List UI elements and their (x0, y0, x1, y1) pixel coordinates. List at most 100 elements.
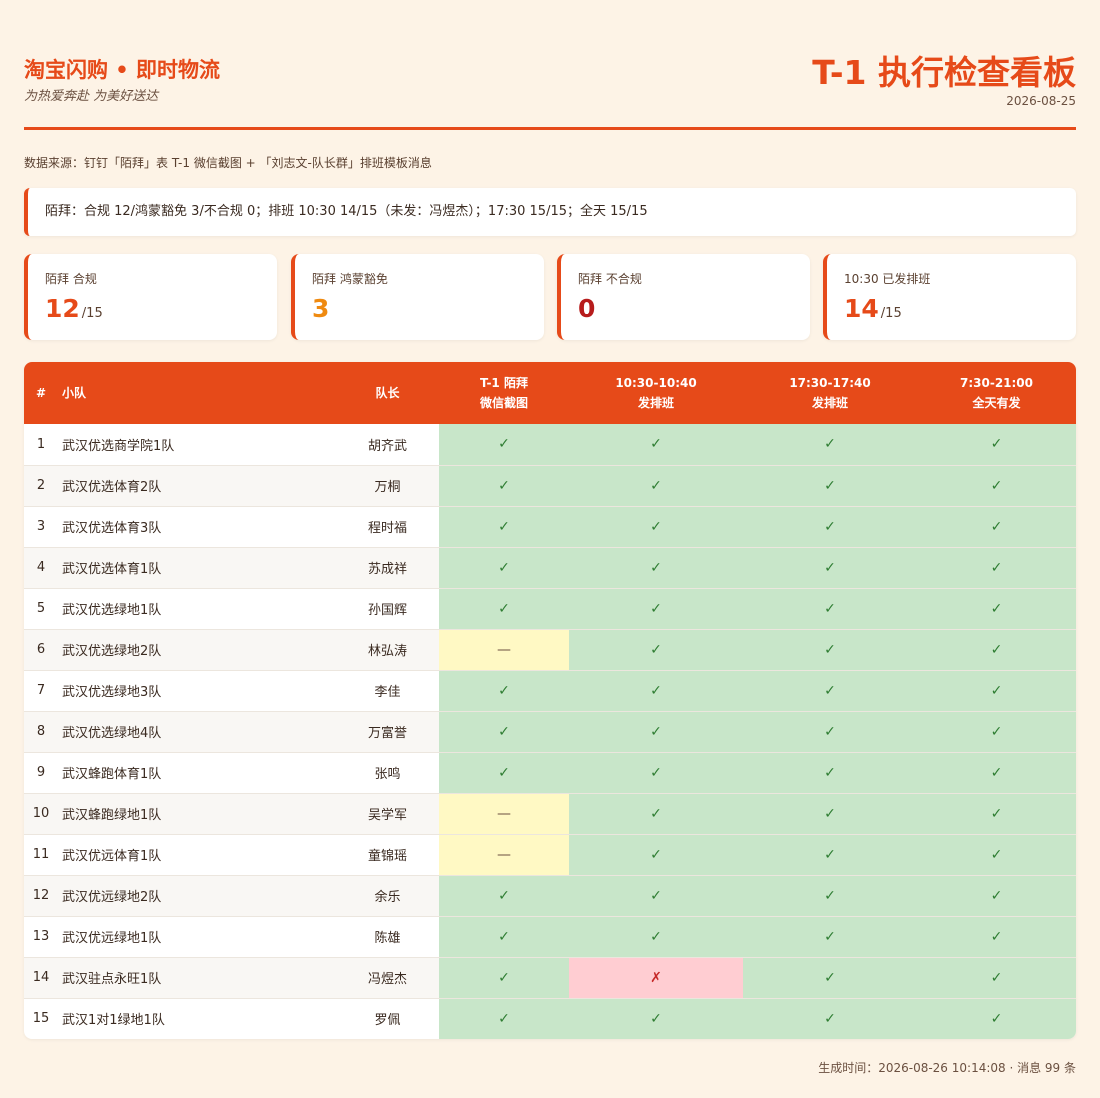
row-number: 4 (24, 547, 58, 589)
table-row: 10 武汉蜂跑绿地1队 吴学军 — ✓ ✓ ✓ (24, 793, 1076, 835)
stat-card-label: 陌拜 合规 (45, 272, 97, 286)
row-number: 9 (24, 752, 58, 794)
leader-name: 万桐 (336, 465, 439, 507)
morning-schedule-cell: ✓ (569, 998, 743, 1039)
row-number: 6 (24, 629, 58, 671)
all-day-cell: ✓ (917, 670, 1076, 712)
squad-name: 武汉1对1绿地1队 (62, 1013, 165, 1029)
visit-screenshot-cell: ✓ (439, 875, 569, 917)
visit-screenshot-cell: ✓ (439, 998, 569, 1039)
report-date: 2026-08-25 (1006, 94, 1076, 108)
all-day-cell: ✓ (917, 834, 1076, 876)
all-day-cell: ✓ (917, 506, 1076, 548)
all-day-cell: ✓ (917, 711, 1076, 753)
row-number: 8 (24, 711, 58, 753)
page-title: T-1 执行检查看板 (812, 53, 1076, 92)
row-number: 7 (24, 670, 58, 712)
stat-card-denominator: /15 (880, 306, 902, 321)
table-row: 3 武汉优选体育3队 程时福 ✓ ✓ ✓ ✓ (24, 506, 1076, 548)
stat-card-label: 陌拜 鸿蒙豁免 (312, 272, 388, 286)
all-day-cell: ✓ (917, 465, 1076, 507)
all-day-cell: ✓ (917, 752, 1076, 794)
leader-name: 张鸣 (336, 752, 439, 794)
stat-card-noncompliant: 陌拜 不合规 0 (557, 254, 810, 340)
squad-name: 武汉优选绿地2队 (58, 629, 336, 671)
leader-name: 林弘涛 (336, 629, 439, 671)
morning-schedule-cell: ✓ (569, 465, 743, 507)
table-row: 2 武汉优选体育2队 万桐 ✓ ✓ ✓ ✓ (24, 465, 1076, 507)
stat-card-label: 陌拜 不合规 (578, 272, 642, 286)
table-row: 11 武汉优远体育1队 童锦瑶 — ✓ ✓ ✓ (24, 834, 1076, 876)
evening-schedule-cell: ✓ (743, 711, 917, 753)
all-day-cell: ✓ (917, 588, 1076, 630)
all-day-cell: ✓ (917, 793, 1076, 835)
evening-schedule-cell: ✓ (743, 465, 917, 507)
morning-schedule-cell: ✓ (569, 506, 743, 548)
row-number: 11 (24, 834, 58, 876)
row-number: 13 (24, 916, 58, 958)
brand-slogan: 为热爱奔赴 为美好送达 (24, 89, 159, 104)
row-number: 2 (24, 465, 58, 507)
morning-schedule-cell: ✓ (569, 424, 743, 466)
row-number: 15 (32, 1011, 50, 1027)
table-row: 13 武汉优远绿地1队 陈雄 ✓ ✓ ✓ ✓ (24, 916, 1076, 958)
leader-name: 罗佩 (374, 1013, 401, 1029)
leader-name: 程时福 (336, 506, 439, 548)
squad-name: 武汉优选绿地1队 (58, 588, 336, 630)
squad-name: 武汉优选绿地4队 (58, 711, 336, 753)
stat-card-value: 12 (45, 294, 80, 323)
footer-generated-info: 生成时间：2026-08-26 10:14:08 · 消息 99 条 (818, 1061, 1076, 1075)
evening-schedule-cell: ✓ (743, 793, 917, 835)
morning-schedule-cell: ✓ (569, 875, 743, 917)
evening-schedule-cell: ✓ (743, 916, 917, 958)
col-header-leader: 队长 (375, 386, 400, 400)
leader-name: 孙国辉 (336, 588, 439, 630)
table-body: 1 武汉优选商学院1队 胡齐武 ✓ ✓ ✓ ✓ 2 武汉优选体育2队 万桐 ✓ ✓ ✓ ✓ 3 武汉优选体育3… (24, 424, 1076, 1039)
morning-schedule-cell: ✓ (569, 834, 743, 876)
leader-name: 童锦瑶 (336, 834, 439, 876)
squad-name: 武汉优选体育3队 (58, 506, 336, 548)
leader-name: 冯煜杰 (336, 957, 439, 999)
evening-schedule-cell: ✓ (743, 957, 917, 999)
summary-banner: 陌拜：合规 12/鸿蒙豁免 3/不合规 0；排班 10:30 14/15（未发：… (24, 188, 1076, 236)
squad-name: 武汉优选体育2队 (58, 465, 336, 507)
table-header-row: # 小队 队长 T-1 陌拜 微信截图 10:30-10:40 发排班 17:30-… (24, 362, 1076, 424)
stat-cards: 陌拜 合规 12/15 陌拜 鸿蒙豁免 3 陌拜 不合规 0 10:30 已发排… (24, 254, 1076, 340)
evening-schedule-cell: ✓ (743, 629, 917, 671)
squad-name: 武汉优选绿地3队 (58, 670, 336, 712)
stat-card-label: 10:30 已发排班 (844, 272, 931, 286)
leader-name: 苏成祥 (336, 547, 439, 589)
evening-schedule-cell: ✓ (743, 998, 917, 1039)
evening-schedule-cell: ✓ (743, 424, 917, 466)
morning-schedule-cell: ✓ (569, 793, 743, 835)
table-row: 4 武汉优选体育1队 苏成祥 ✓ ✓ ✓ ✓ (24, 547, 1076, 589)
check-table: # 小队 队长 T-1 陌拜 微信截图 10:30-10:40 发排班 17:30-… (24, 362, 1076, 1039)
visit-screenshot-cell: ✓ (439, 752, 569, 794)
squad-name: 武汉蜂跑体育1队 (58, 752, 336, 794)
leader-name: 余乐 (336, 875, 439, 917)
morning-schedule-cell: ✓ (569, 588, 743, 630)
visit-screenshot-cell: ✓ (439, 711, 569, 753)
stat-card-compliant: 陌拜 合规 12/15 (24, 254, 277, 340)
visit-screenshot-cell: ✓ (439, 670, 569, 712)
all-day-cell: ✓ (917, 998, 1076, 1039)
col-header-evening-schedule: 17:30-17:40 发排班 (789, 376, 871, 410)
all-day-cell: ✓ (917, 424, 1076, 466)
morning-schedule-cell: ✓ (569, 752, 743, 794)
morning-schedule-cell: ✗ (569, 957, 743, 999)
col-header-visit-screenshot: T-1 陌拜 微信截图 (479, 376, 528, 410)
table-row: 12 武汉优远绿地2队 余乐 ✓ ✓ ✓ ✓ (24, 875, 1076, 917)
squad-name: 武汉优选体育1队 (58, 547, 336, 589)
evening-schedule-cell: ✓ (743, 875, 917, 917)
col-header-morning-schedule: 10:30-10:40 发排班 (615, 376, 697, 410)
row-number: 3 (24, 506, 58, 548)
morning-schedule-cell: ✓ (569, 711, 743, 753)
dashboard: 淘宝闪购 • 即时物流 为热爱奔赴 为美好送达 T-1 执行检查看板 2026-… (24, 0, 1076, 1039)
table-row: 7 武汉优选绿地3队 李佳 ✓ ✓ ✓ ✓ (24, 670, 1076, 712)
row-number: 10 (24, 793, 58, 835)
table-row: 6 武汉优选绿地2队 林弘涛 — ✓ ✓ ✓ (24, 629, 1076, 671)
table-row: 14 武汉驻点永旺1队 冯煜杰 ✓ ✗ ✓ ✓ (24, 957, 1076, 999)
morning-schedule-cell: ✓ (569, 916, 743, 958)
visit-screenshot-cell: ✓ (439, 424, 569, 466)
visit-screenshot-cell: ✓ (439, 957, 569, 999)
